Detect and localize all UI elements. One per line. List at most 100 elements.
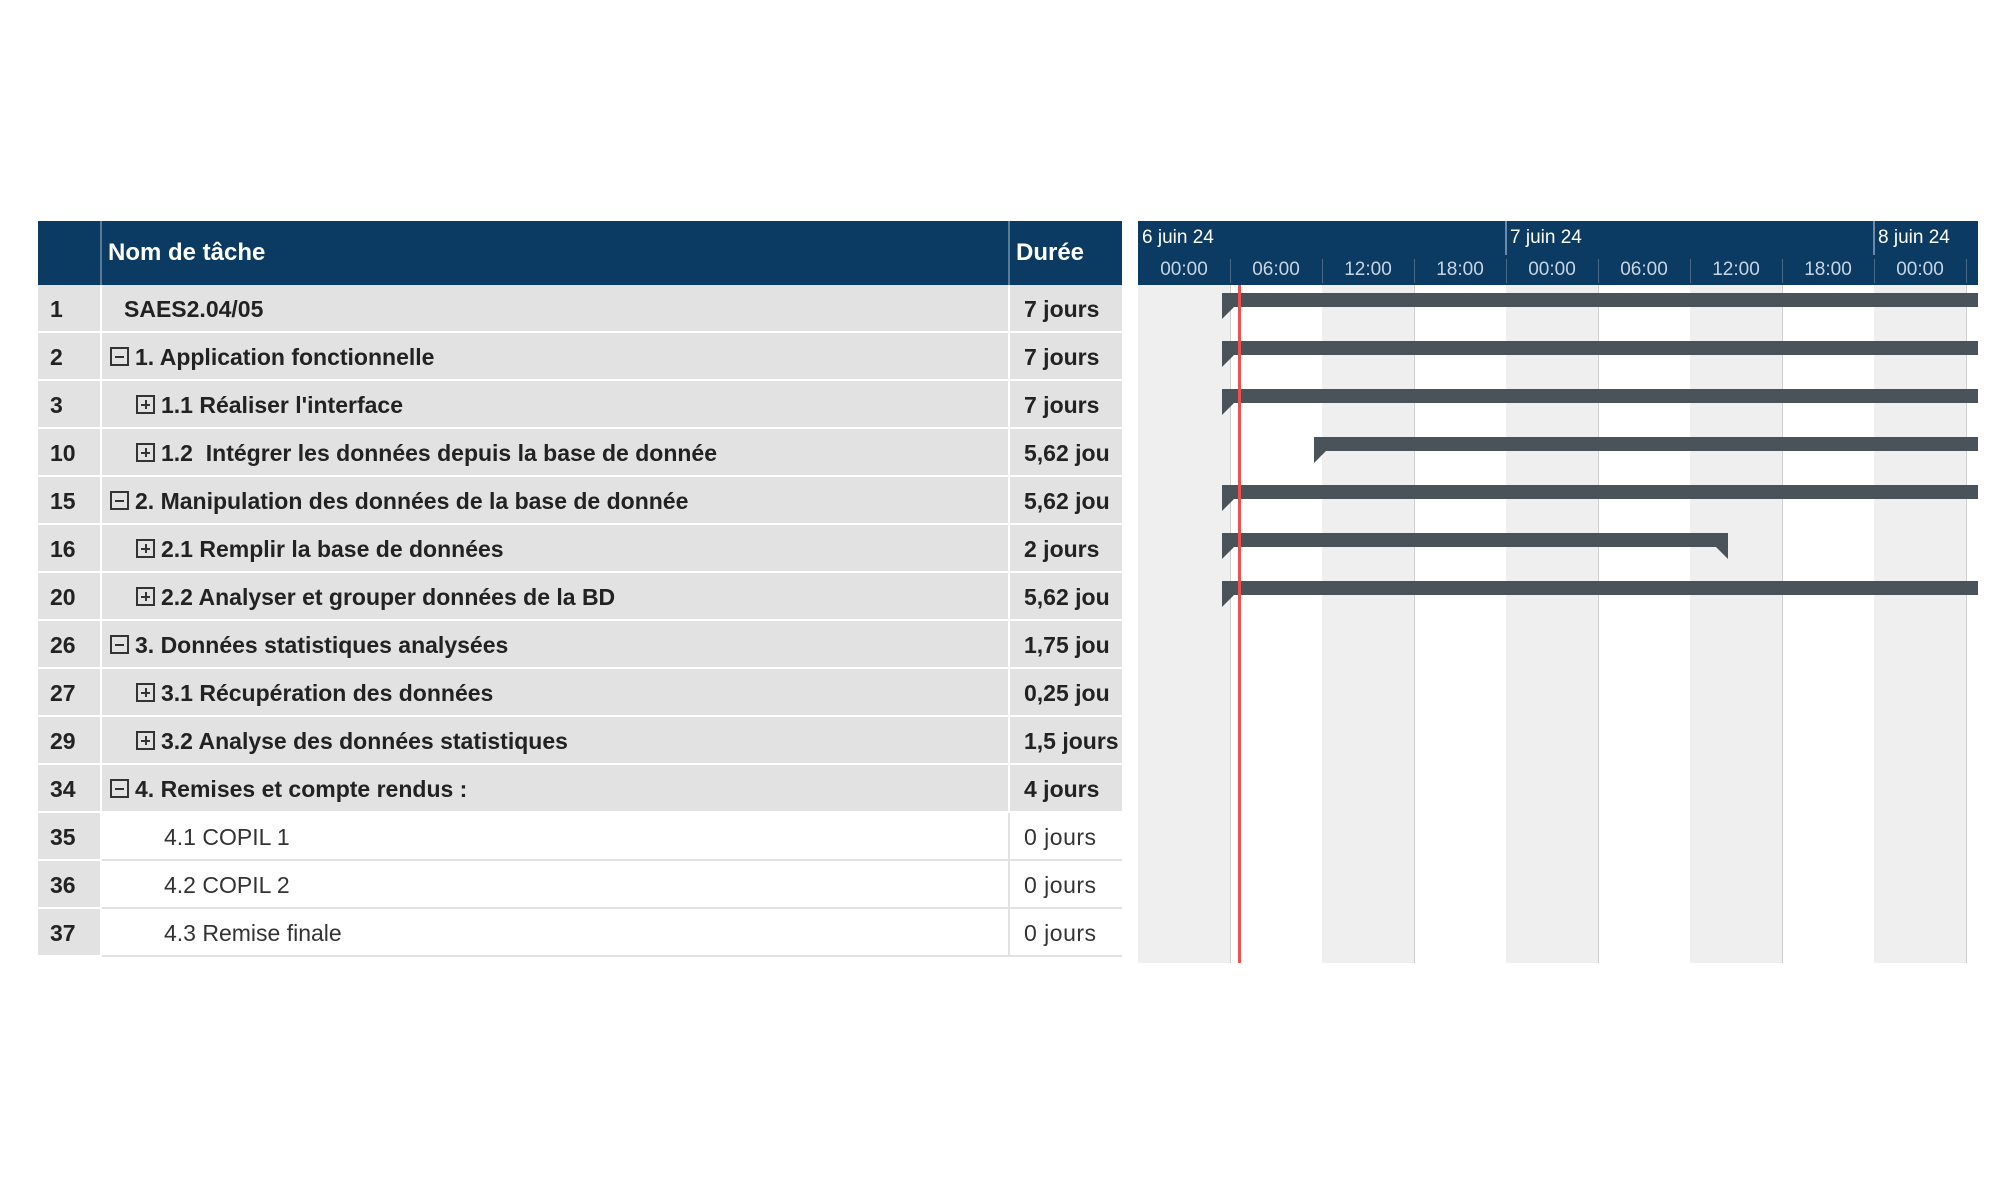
task-name-cell[interactable]: 1.1 Réaliser l'interface: [102, 381, 1010, 429]
gantt-body[interactable]: [1138, 285, 1978, 963]
row-id: 27: [38, 669, 102, 717]
collapse-icon[interactable]: [110, 779, 129, 799]
summary-task-bar[interactable]: [1222, 533, 1729, 559]
task-name: 2.2 Analyser et grouper données de la BD: [161, 584, 616, 610]
task-name-cell[interactable]: 3. Données statistiques analysées: [102, 621, 1010, 669]
row-id: 10: [38, 429, 102, 477]
table-row[interactable]: 16 2.1 Remplir la base de données 2 jours: [38, 525, 1122, 573]
table-row[interactable]: 26 3. Données statistiques analysées 1,75 …: [38, 621, 1122, 669]
collapse-icon[interactable]: [110, 347, 129, 367]
summary-task-bar[interactable]: [1314, 437, 1978, 463]
duration-cell[interactable]: 0,25 jou: [1010, 669, 1122, 717]
duration-cell[interactable]: 5,62 jou: [1010, 477, 1122, 525]
bar-start-cap: [1222, 595, 1235, 607]
expand-icon[interactable]: [136, 443, 155, 463]
summary-task-bar[interactable]: [1222, 389, 1978, 415]
task-table: Nom de tâche Durée 1 SAES2.04/05 7 jours 2 1…: [38, 221, 1122, 963]
summary-task-bar[interactable]: [1222, 485, 1978, 511]
task-name: 2. Manipulation des données de la base d…: [135, 488, 689, 514]
task-name-cell[interactable]: 2.1 Remplir la base de données: [102, 525, 1010, 573]
collapse-icon[interactable]: [110, 491, 129, 511]
table-row[interactable]: 3 1.1 Réaliser l'interface 7 jours: [38, 381, 1122, 429]
table-row[interactable]: 1 SAES2.04/05 7 jours: [38, 285, 1122, 333]
timescale-hours: 00:00 06:00 12:00 18:00 00:00 06:00 12:00 18:00…: [1138, 255, 1978, 285]
table-row[interactable]: 27 3.1 Récupération des données 0,25 jou: [38, 669, 1122, 717]
duration-cell[interactable]: 4 jours: [1010, 765, 1122, 813]
task-name-cell[interactable]: 1. Application fonctionnelle: [102, 333, 1010, 381]
task-name-cell[interactable]: 4.1 COPIL 1: [102, 813, 1010, 861]
duration-column-header[interactable]: Durée: [1010, 221, 1122, 285]
gantt-column-shade: [1690, 285, 1782, 963]
duration-cell[interactable]: 5,62 jou: [1010, 429, 1122, 477]
summary-task-bar[interactable]: [1222, 581, 1978, 607]
row-id: 2: [38, 333, 102, 381]
table-row[interactable]: 2 1. Application fonctionnelle 7 jours: [38, 333, 1122, 381]
duration-cell[interactable]: 7 jours: [1010, 381, 1122, 429]
table-header: Nom de tâche Durée: [38, 221, 1122, 285]
expand-icon[interactable]: [136, 395, 155, 415]
row-id: 29: [38, 717, 102, 765]
row-id: 1: [38, 285, 102, 333]
task-name: 4.3 Remise finale: [164, 920, 342, 946]
duration-cell[interactable]: 0 jours: [1010, 861, 1122, 909]
gantt-gridline: [1230, 285, 1231, 963]
row-id: 26: [38, 621, 102, 669]
gantt-gridline: [1598, 285, 1599, 963]
task-name: 4.1 COPIL 1: [164, 824, 290, 850]
table-row[interactable]: 20 2.2 Analyser et grouper données de la …: [38, 573, 1122, 621]
task-name-cell[interactable]: SAES2.04/05: [102, 285, 1010, 333]
task-name-cell[interactable]: 2.2 Analyser et grouper données de la BD: [102, 573, 1010, 621]
task-name-cell[interactable]: 4. Remises et compte rendus :: [102, 765, 1010, 813]
task-name-column-header[interactable]: Nom de tâche: [102, 221, 1010, 285]
timescale-hour-label: 12:00: [1712, 259, 1760, 280]
bar-start-cap: [1222, 547, 1235, 559]
timescale-hour-label: 12:00: [1344, 259, 1392, 280]
hour-separator: [1966, 259, 1967, 283]
bar-start-cap: [1222, 499, 1235, 511]
task-name: SAES2.04/05: [124, 296, 264, 322]
timescale-date-label: 8 juin 24: [1878, 227, 1950, 248]
table-row[interactable]: 34 4. Remises et compte rendus : 4 jours: [38, 765, 1122, 813]
table-row[interactable]: 10 1.2 Intégrer les données depuis la bas…: [38, 429, 1122, 477]
table-row[interactable]: 35 4.1 COPIL 1 0 jours: [38, 813, 1122, 861]
timescale-date-label: 7 juin 24: [1510, 227, 1582, 248]
duration-cell[interactable]: 2 jours: [1010, 525, 1122, 573]
task-name-cell[interactable]: 4.3 Remise finale: [102, 909, 1010, 957]
row-id: 3: [38, 381, 102, 429]
row-id: 15: [38, 477, 102, 525]
task-name-cell[interactable]: 4.2 COPIL 2: [102, 861, 1010, 909]
task-name-cell[interactable]: 1.2 Intégrer les données depuis la base …: [102, 429, 1010, 477]
table-row[interactable]: 37 4.3 Remise finale 0 jours: [38, 909, 1122, 957]
bar-end-cap: [1716, 547, 1729, 559]
date-separator: [1873, 221, 1875, 255]
summary-task-bar[interactable]: [1222, 341, 1978, 367]
bar-start-cap: [1222, 307, 1235, 319]
table-row[interactable]: 36 4.2 COPIL 2 0 jours: [38, 861, 1122, 909]
table-row[interactable]: 15 2. Manipulation des données de la base…: [38, 477, 1122, 525]
expand-icon[interactable]: [136, 731, 155, 751]
expand-icon[interactable]: [136, 539, 155, 559]
timescale-hour-label: 18:00: [1436, 259, 1484, 280]
duration-cell[interactable]: 7 jours: [1010, 333, 1122, 381]
task-name-cell[interactable]: 3.1 Récupération des données: [102, 669, 1010, 717]
timescale-dates: 6 juin 24 7 juin 24 8 juin 24: [1138, 221, 1978, 255]
expand-icon[interactable]: [136, 587, 155, 607]
expand-icon[interactable]: [136, 683, 155, 703]
duration-cell[interactable]: 1,75 jou: [1010, 621, 1122, 669]
collapse-icon[interactable]: [110, 635, 129, 655]
summary-task-bar[interactable]: [1222, 293, 1978, 319]
id-column-header[interactable]: [38, 221, 102, 285]
gantt-gridline: [1414, 285, 1415, 963]
duration-cell[interactable]: 0 jours: [1010, 813, 1122, 861]
task-name-cell[interactable]: 2. Manipulation des données de la base d…: [102, 477, 1010, 525]
duration-cell[interactable]: 0 jours: [1010, 909, 1122, 957]
duration-cell[interactable]: 1,5 jours: [1010, 717, 1122, 765]
task-name: 1. Application fonctionnelle: [135, 344, 435, 370]
duration-cell[interactable]: 5,62 jou: [1010, 573, 1122, 621]
duration-cell[interactable]: 7 jours: [1010, 285, 1122, 333]
bar-start-cap: [1222, 355, 1235, 367]
timescale-hour-label: 00:00: [1528, 259, 1576, 280]
timescale-hour-label: 06:00: [1252, 259, 1300, 280]
table-row[interactable]: 29 3.2 Analyse des données statistiques 1,…: [38, 717, 1122, 765]
task-name-cell[interactable]: 3.2 Analyse des données statistiques: [102, 717, 1010, 765]
